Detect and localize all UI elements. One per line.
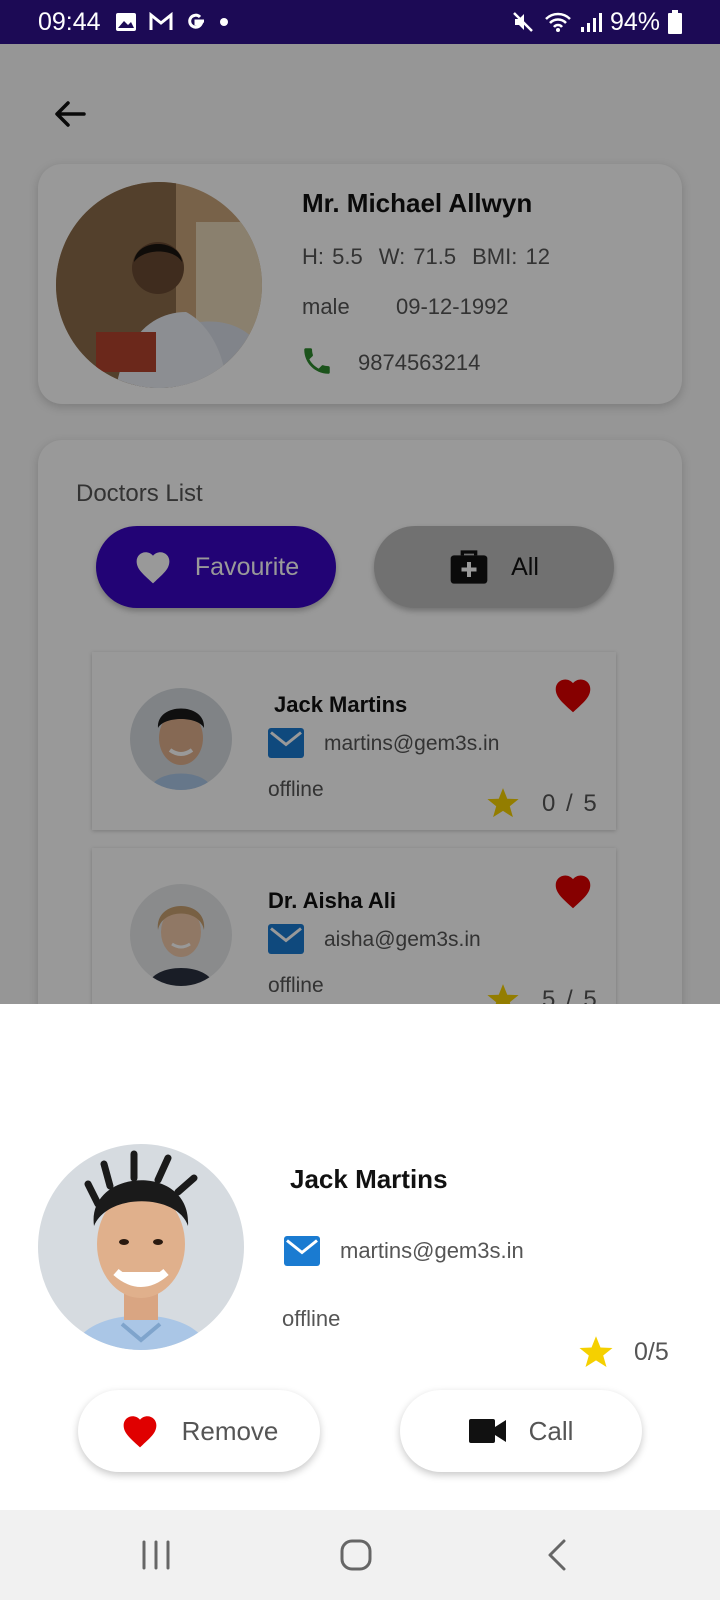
back-icon[interactable] — [538, 1536, 578, 1574]
doctor-detail-name: Jack Martins — [290, 1164, 448, 1194]
home-icon[interactable] — [336, 1536, 376, 1574]
video-camera-icon — [468, 1419, 506, 1443]
battery-icon — [668, 10, 682, 34]
remove-button-label: Remove — [181, 1415, 279, 1446]
gallery-icon — [115, 13, 136, 31]
system-nav-bar — [0, 1510, 720, 1600]
doctor-detail-rating: 0/5 — [634, 1338, 669, 1366]
star-icon — [579, 1336, 613, 1367]
doctor-detail-sheet: Jack Martins martins@gem3s.in offline 0/… — [0, 1004, 720, 1510]
battery-percent: 94% — [609, 7, 660, 36]
status-right: 94% — [512, 8, 682, 37]
google-icon — [187, 13, 204, 29]
gmail-icon — [149, 12, 173, 30]
video-call-button[interactable]: Call — [400, 1390, 642, 1472]
call-button-label: Call — [528, 1415, 574, 1446]
doctor-detail-email: martins@gem3s.in — [340, 1238, 524, 1263]
recent-apps-icon[interactable] — [136, 1536, 176, 1574]
doctor-detail-avatar — [38, 1144, 244, 1350]
mail-icon — [284, 1236, 320, 1266]
mute-icon — [513, 12, 533, 32]
remove-favourite-button[interactable]: Remove — [78, 1390, 320, 1472]
doctor-detail-status: offline — [282, 1306, 341, 1331]
status-time: 09:44 — [38, 7, 101, 36]
wifi-icon — [545, 12, 571, 32]
modal-scrim[interactable] — [0, 44, 720, 1004]
signal-icon — [580, 13, 602, 32]
dot-icon — [219, 18, 228, 26]
heart-icon — [123, 1416, 156, 1448]
status-bar: 09:44 94% — [0, 0, 720, 44]
notification-icons — [115, 11, 229, 33]
